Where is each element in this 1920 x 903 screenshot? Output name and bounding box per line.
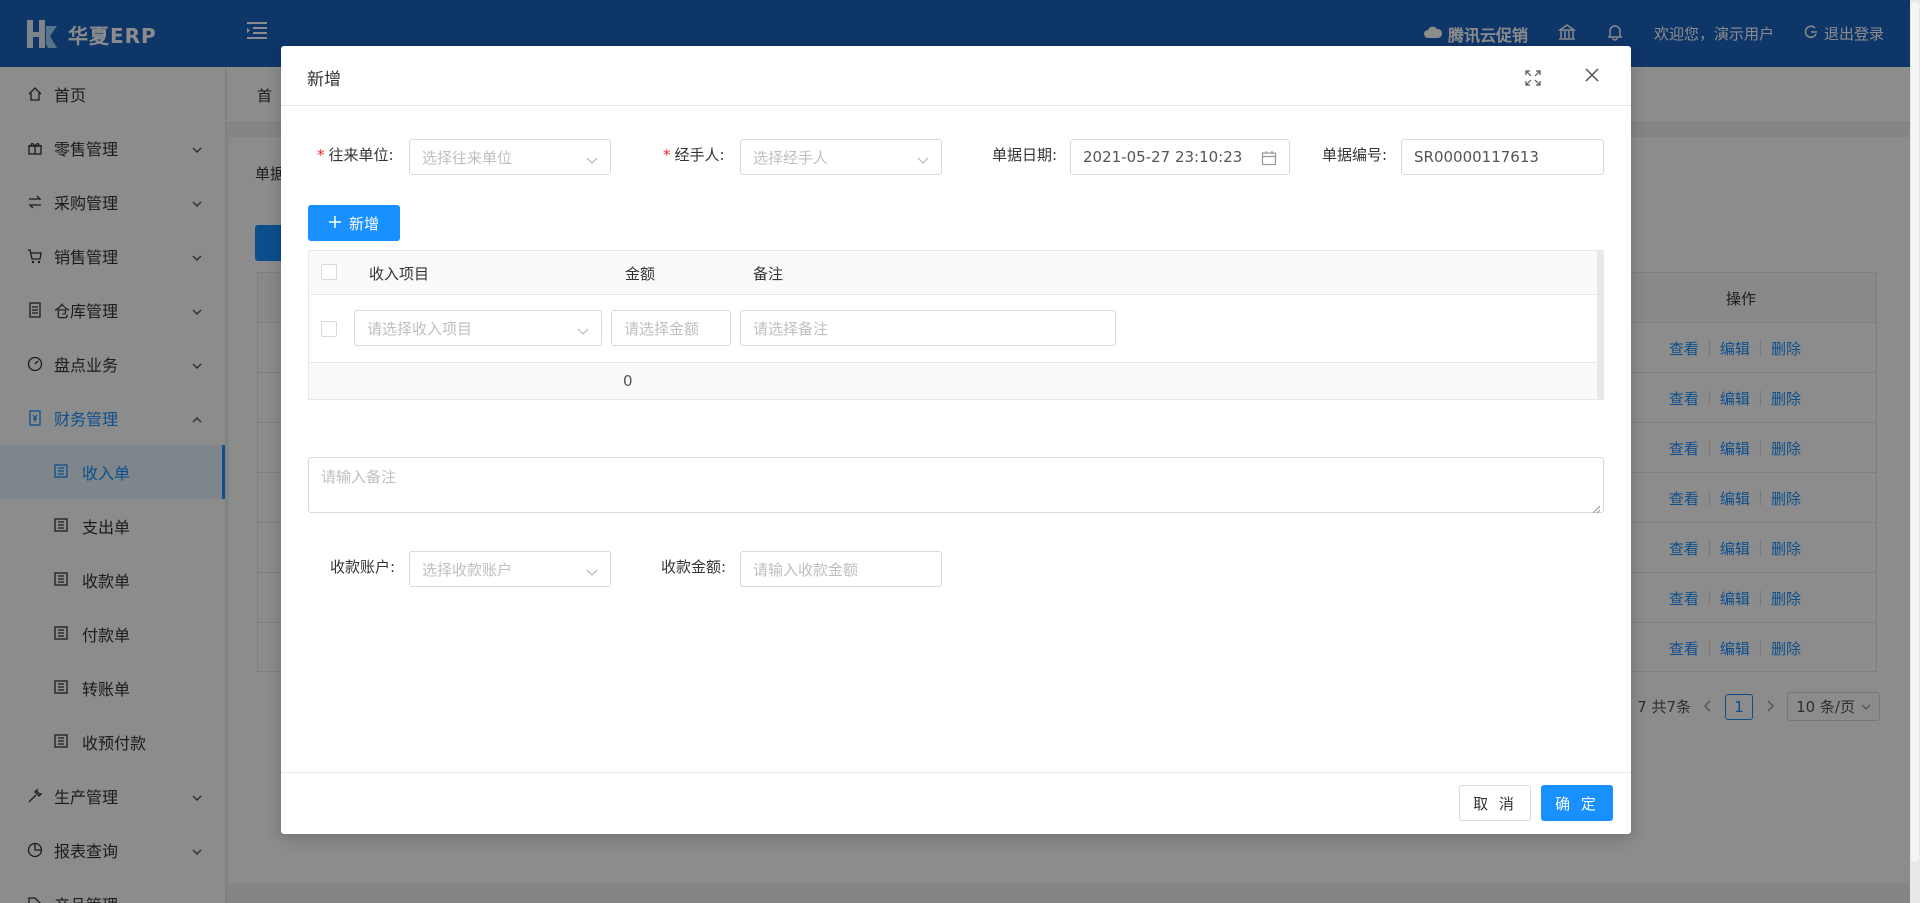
modal-body: * 往来单位: 选择往来单位 * 经手人: 选择经手人 单据日期: 2021-05-… (281, 106, 1631, 772)
account-label: 收款账户: (330, 558, 396, 576)
receive-amount-input[interactable]: 请输入收款金额 (740, 551, 942, 587)
number-label: 单据编号: (1322, 146, 1388, 164)
chevron-down-icon (577, 323, 589, 335)
col-income-item: 收入项目 (369, 265, 430, 283)
receive-amount-label: 收款金额: (661, 558, 727, 576)
number-input[interactable]: SR00000117613 (1401, 139, 1604, 175)
modal-header: 新增 (281, 46, 1631, 106)
items-table-summary: 0 (309, 363, 1599, 399)
col-remark: 备注 (753, 265, 784, 283)
row-remark-input[interactable]: 请选择备注 (740, 310, 1116, 346)
required-mark: * (663, 146, 671, 164)
close-icon[interactable] (1583, 66, 1601, 84)
handler-select[interactable]: 选择经手人 (740, 139, 942, 175)
table-row: 请选择收入项目 请选择金额 请选择备注 (309, 295, 1599, 363)
add-modal: 新增 * 往来单位: 选择往来单位 * 经手人: 选择经手人 单据日期: 2021-… (281, 46, 1631, 834)
items-table-header: 收入项目 金额 备注 (309, 251, 1599, 295)
calendar-icon (1261, 150, 1277, 166)
add-row-button[interactable]: 新增 (308, 205, 400, 241)
fullscreen-icon[interactable] (1525, 70, 1541, 86)
col-amount: 金额 (625, 265, 656, 283)
income-items-table: 收入项目 金额 备注 请选择收入项目 请选择金额 请选择备注 0 (308, 250, 1604, 400)
page-scrollbar[interactable] (1910, 0, 1920, 903)
account-select[interactable]: 选择收款账户 (409, 551, 611, 587)
chevron-down-icon (586, 564, 598, 576)
plus-icon (328, 214, 341, 232)
cancel-button[interactable]: 取 消 (1459, 785, 1531, 821)
modal-footer: 取 消 确 定 (281, 772, 1631, 834)
confirm-button[interactable]: 确 定 (1541, 785, 1613, 821)
handler-label: * 经手人: (663, 146, 725, 164)
scrollbar-thumb[interactable] (1911, 2, 1919, 862)
remark-textarea[interactable]: 请输入备注 (308, 457, 1604, 514)
resize-handle-icon[interactable] (1591, 500, 1601, 514)
modal-title: 新增 (307, 70, 341, 90)
amount-sum: 0 (623, 372, 633, 390)
partner-select[interactable]: 选择往来单位 (409, 139, 611, 175)
chevron-down-icon (917, 152, 929, 164)
date-picker[interactable]: 2021-05-27 23:10:23 (1070, 139, 1290, 175)
amount-input[interactable]: 请选择金额 (611, 310, 731, 346)
income-item-select[interactable]: 请选择收入项目 (354, 310, 602, 346)
chevron-down-icon (586, 152, 598, 164)
partner-label: * 往来单位: (317, 146, 394, 164)
row-checkbox[interactable] (321, 321, 337, 337)
required-mark: * (317, 146, 325, 164)
table-scrollbar[interactable] (1597, 251, 1603, 399)
select-all-checkbox[interactable] (321, 264, 337, 280)
date-label: 单据日期: (992, 146, 1058, 164)
